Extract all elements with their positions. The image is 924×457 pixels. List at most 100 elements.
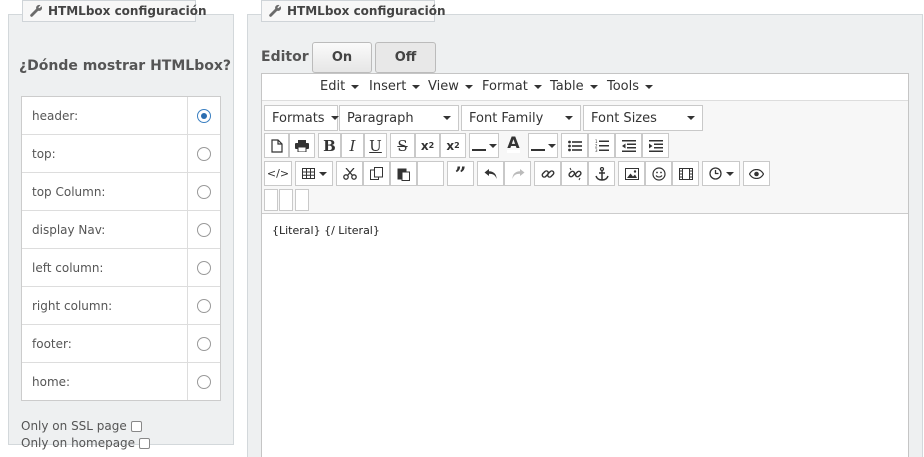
hook-label: right column:: [32, 298, 113, 313]
hook-section-title: ¿Dónde mostrar HTMLbox?: [19, 58, 231, 74]
blockquote-icon[interactable]: ”: [447, 161, 474, 186]
numbered-list-icon[interactable]: 123: [588, 133, 615, 158]
hook-row-header: header:: [22, 97, 220, 135]
hook-label: home:: [32, 374, 71, 389]
editor-toolbar: Formats Paragraph Font Family Font Sizes…: [262, 101, 908, 214]
insert-time-icon[interactable]: [702, 161, 740, 186]
editor-label: Editor: [261, 49, 309, 65]
table-icon[interactable]: [295, 161, 333, 186]
code-icon[interactable]: </>: [264, 161, 292, 186]
left-panel-legend: HTMLbox configuración: [22, 0, 207, 22]
preview-icon[interactable]: [743, 161, 770, 186]
homepage-checkbox[interactable]: [139, 437, 151, 449]
right-legend-text: HTMLbox configuración: [287, 4, 446, 18]
outdent-icon[interactable]: [615, 133, 642, 158]
hook-radio-top-column[interactable]: [197, 184, 211, 199]
hook-row-right-column: right column:: [22, 287, 220, 325]
hook-radio-footer[interactable]: [197, 336, 211, 351]
copy-icon[interactable]: [363, 161, 390, 186]
editor-off-button[interactable]: Off: [375, 42, 436, 73]
block-format-dropdown[interactable]: Paragraph: [339, 105, 459, 131]
hook-label: left column:: [32, 260, 104, 275]
editor-content-area[interactable]: {Literal} {/ Literal}: [262, 214, 908, 457]
undo-icon[interactable]: [477, 161, 504, 186]
hook-label: top:: [32, 146, 56, 161]
hook-radio-top[interactable]: [197, 146, 211, 161]
left-legend-text: HTMLbox configuración: [48, 4, 207, 18]
empty-toolbar-button[interactable]: [295, 189, 309, 211]
bold-icon[interactable]: B: [318, 133, 341, 158]
chevron-down-icon: [589, 84, 598, 89]
menu-view[interactable]: View: [428, 79, 473, 94]
right-panel-legend: HTMLbox configuración: [261, 0, 446, 22]
hook-label: header:: [32, 108, 79, 123]
hook-row-home: home:: [22, 363, 220, 400]
ssl-option: Only on SSL page: [21, 419, 142, 433]
print-icon[interactable]: [289, 133, 315, 158]
rich-text-editor: Edit Insert View Format Table Tools Form…: [261, 73, 909, 457]
wrench-icon: [268, 4, 282, 18]
font-size-dropdown[interactable]: Font Sizes: [583, 105, 703, 131]
hook-row-top-column: top Column:: [22, 173, 220, 211]
text-color-icon[interactable]: [469, 133, 499, 158]
menu-tools[interactable]: Tools: [607, 79, 654, 94]
redo-icon[interactable]: [504, 161, 531, 186]
superscript-icon[interactable]: x2: [415, 133, 440, 158]
image-icon[interactable]: [618, 161, 645, 186]
chevron-down-icon: [533, 84, 542, 89]
menu-format[interactable]: Format: [482, 79, 542, 94]
menu-table[interactable]: Table: [550, 79, 598, 94]
chevron-down-icon: [443, 116, 451, 120]
background-color-icon[interactable]: A: [499, 131, 528, 158]
emoticon-icon[interactable]: [645, 161, 672, 186]
ssl-option-label: Only on SSL page: [21, 419, 127, 433]
underline-icon[interactable]: U: [364, 133, 387, 158]
chevron-down-icon: [687, 116, 695, 120]
font-family-dropdown[interactable]: Font Family: [461, 105, 581, 131]
hook-row-top: top:: [22, 135, 220, 173]
hook-label: top Column:: [32, 184, 106, 199]
chevron-down-icon: [412, 84, 421, 89]
media-icon[interactable]: [672, 161, 699, 186]
hook-list: header: top: top Column: display Nav: le…: [21, 96, 221, 401]
hook-radio-right-column[interactable]: [197, 298, 211, 313]
editor-menubar: Edit Insert View Format Table Tools: [262, 74, 908, 101]
ssl-checkbox[interactable]: [130, 420, 142, 432]
strikethrough-icon[interactable]: S: [390, 133, 415, 158]
hook-row-footer: footer:: [22, 325, 220, 363]
editor-content-text: {Literal} {/ Literal}: [272, 224, 380, 237]
chevron-down-icon: [351, 84, 360, 89]
unlink-icon[interactable]: [561, 161, 588, 186]
editor-on-button[interactable]: On: [312, 42, 372, 73]
svg-text:3: 3: [595, 148, 598, 152]
homepage-option: Only on homepage: [21, 436, 151, 450]
hook-label: footer:: [32, 336, 72, 351]
chevron-down-icon: [464, 84, 473, 89]
cut-icon[interactable]: [336, 161, 363, 186]
hook-row-display-nav: display Nav:: [22, 211, 220, 249]
hook-radio-home[interactable]: [197, 374, 211, 389]
hook-radio-left-column[interactable]: [197, 260, 211, 275]
hook-radio-header[interactable]: [197, 108, 211, 123]
paste-icon[interactable]: [390, 161, 417, 186]
empty-toolbar-button[interactable]: [279, 189, 293, 211]
chevron-down-icon: [330, 116, 339, 120]
background-color-caret[interactable]: [528, 133, 558, 158]
menu-edit[interactable]: Edit: [320, 79, 360, 94]
hook-radio-display-nav[interactable]: [197, 222, 211, 237]
new-document-icon[interactable]: [264, 133, 289, 158]
formats-dropdown[interactable]: Formats: [264, 105, 339, 131]
hook-label: display Nav:: [32, 222, 106, 237]
italic-icon[interactable]: I: [341, 133, 364, 158]
bullet-list-icon[interactable]: [561, 133, 588, 158]
homepage-option-label: Only on homepage: [21, 436, 136, 450]
subscript-icon[interactable]: x2: [440, 133, 466, 158]
empty-toolbar-button[interactable]: [264, 189, 278, 211]
hook-row-left-column: left column:: [22, 249, 220, 287]
anchor-icon[interactable]: [588, 161, 615, 186]
wrench-icon: [29, 4, 43, 18]
indent-icon[interactable]: [642, 133, 669, 158]
link-icon[interactable]: [534, 161, 561, 186]
paste-text-icon[interactable]: [417, 161, 444, 186]
menu-insert[interactable]: Insert: [369, 79, 421, 94]
